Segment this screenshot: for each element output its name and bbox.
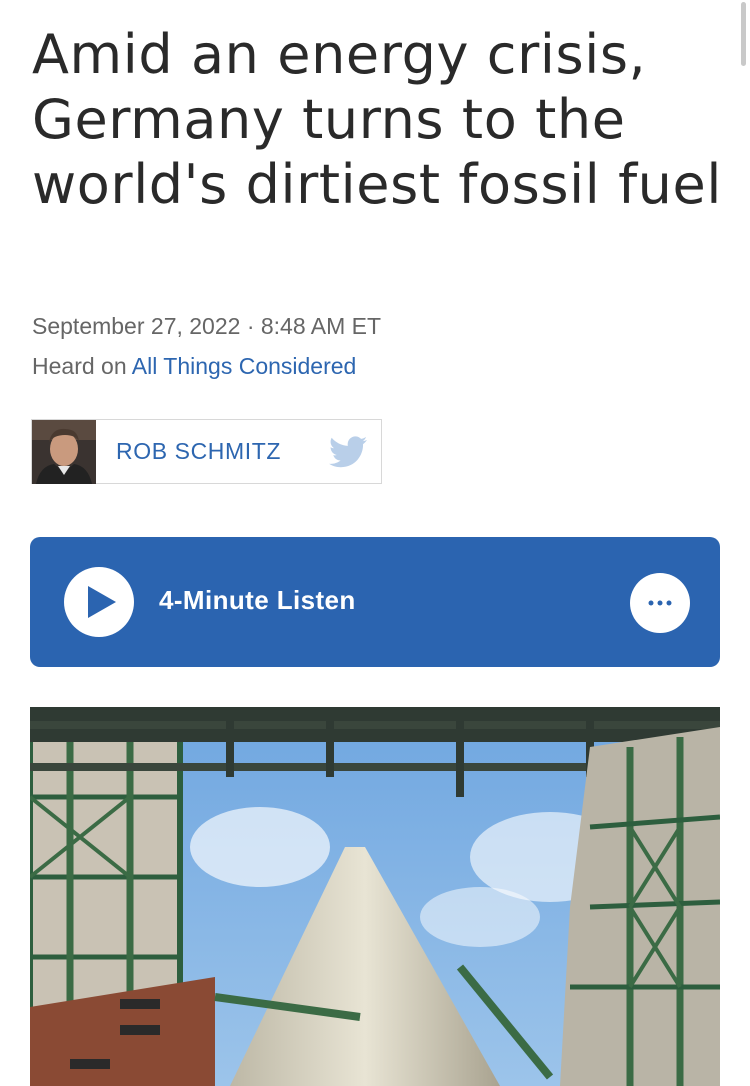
twitter-icon[interactable]: [329, 435, 367, 468]
scrollbar[interactable]: [741, 2, 746, 66]
author-byline[interactable]: ROB SCHMITZ: [31, 419, 382, 484]
author-avatar[interactable]: [32, 419, 96, 484]
heard-on-line: Heard on All Things Considered: [32, 351, 356, 381]
play-button[interactable]: [64, 567, 134, 637]
author-name[interactable]: ROB SCHMITZ: [116, 438, 281, 465]
program-link[interactable]: All Things Considered: [132, 353, 357, 379]
article-dateline: September 27, 2022 · 8:48 AM ET: [32, 313, 382, 339]
more-options-button[interactable]: [630, 573, 690, 633]
lead-photo[interactable]: [30, 707, 720, 1086]
article-headline: Amid an energy crisis, Germany turns to …: [32, 23, 722, 216]
heard-on-prefix: Heard on: [32, 353, 132, 379]
ellipsis-icon: [648, 600, 672, 606]
play-icon: [88, 586, 116, 618]
photo-illustration: [30, 707, 720, 1086]
listen-duration-label: 4-Minute Listen: [159, 585, 356, 615]
audio-player: 4-Minute Listen: [30, 537, 720, 667]
